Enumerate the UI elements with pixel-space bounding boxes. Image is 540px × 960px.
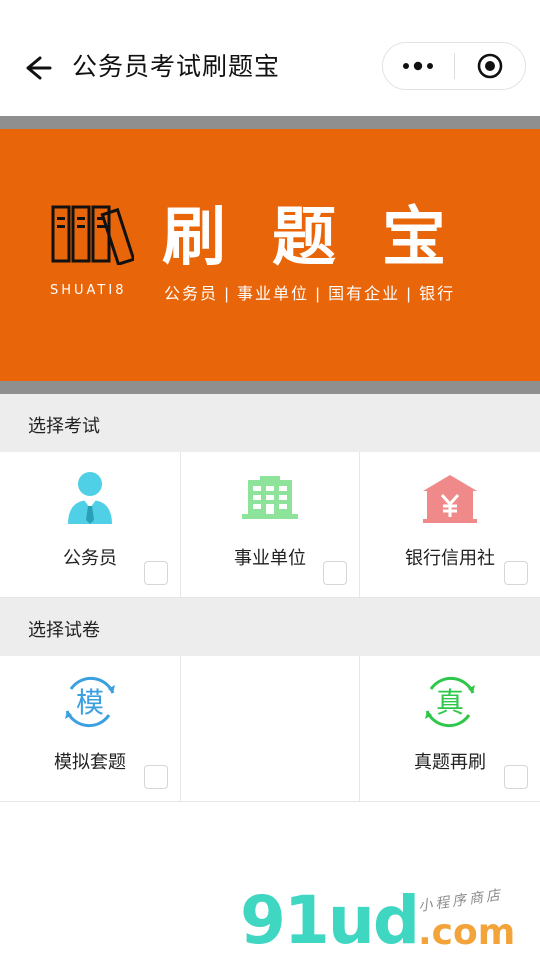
exam-option-bank[interactable]: 银行信用社 (360, 452, 540, 597)
exam-section-header: 选择考试 (0, 394, 540, 452)
brand-title: 刷 题 宝 (162, 203, 446, 273)
page-title: 公务员考试刷题宝 (72, 53, 281, 81)
checkbox[interactable] (504, 765, 528, 789)
watermark-logo: 91ud (240, 882, 420, 959)
paper-type-grid: 模 模拟套题 真 真题再刷 (0, 656, 540, 802)
miniprogram-capsule (382, 42, 526, 90)
brand-char: 宝 (382, 201, 446, 275)
logo-text: SHUATI8 (50, 283, 127, 298)
navigation-bar: 公务员考试刷题宝 (0, 0, 540, 116)
exam-option-civil-servant[interactable]: 公务员 (0, 452, 181, 597)
banner-frame: SHUATI8 刷 题 宝 公务员 | 事业单位 | 国有企业 | 银行 (0, 116, 540, 394)
watermark: 91ud 小程序商店 .com (240, 884, 530, 956)
books-logo-icon (51, 205, 134, 265)
checkbox[interactable] (323, 561, 347, 585)
exam-type-grid: 公务员 事业单位 银行信用社 (0, 452, 540, 598)
banner[interactable]: SHUATI8 刷 题 宝 公务员 | 事业单位 | 国有企业 | 银行 (0, 129, 540, 381)
paper-section-header: 选择试卷 (0, 598, 540, 656)
section-title: 选择试卷 (28, 620, 100, 640)
real-icon-text: 真 (436, 686, 464, 719)
paper-option-real[interactable]: 真 真题再刷 (360, 656, 540, 801)
bank-yen-icon (418, 466, 482, 530)
close-miniprogram-button[interactable] (455, 43, 526, 89)
section-title: 选择考试 (28, 416, 100, 436)
brand-char: 刷 (162, 201, 226, 275)
mock-icon-text: 模 (76, 686, 104, 719)
paper-option-mock[interactable]: 模 模拟套题 (0, 656, 181, 801)
more-dots-icon (403, 61, 434, 71)
brand-char: 题 (272, 201, 336, 275)
exam-option-public-institution[interactable]: 事业单位 (181, 452, 360, 597)
mock-exam-icon: 模 (58, 670, 122, 734)
civil-servant-person-icon (58, 466, 122, 530)
arrow-left-icon (26, 56, 52, 80)
checkbox[interactable] (504, 561, 528, 585)
checkbox[interactable] (144, 561, 168, 585)
checkbox[interactable] (144, 765, 168, 789)
brand-tagline: 公务员 | 事业单位 | 国有企业 | 银行 (164, 286, 456, 303)
more-button[interactable] (383, 43, 454, 89)
back-button[interactable] (18, 48, 58, 88)
target-circle-icon (477, 53, 503, 79)
real-exam-icon: 真 (418, 670, 482, 734)
office-building-icon (238, 466, 302, 530)
empty-cell (181, 656, 360, 801)
watermark-domain: .com (418, 912, 516, 953)
